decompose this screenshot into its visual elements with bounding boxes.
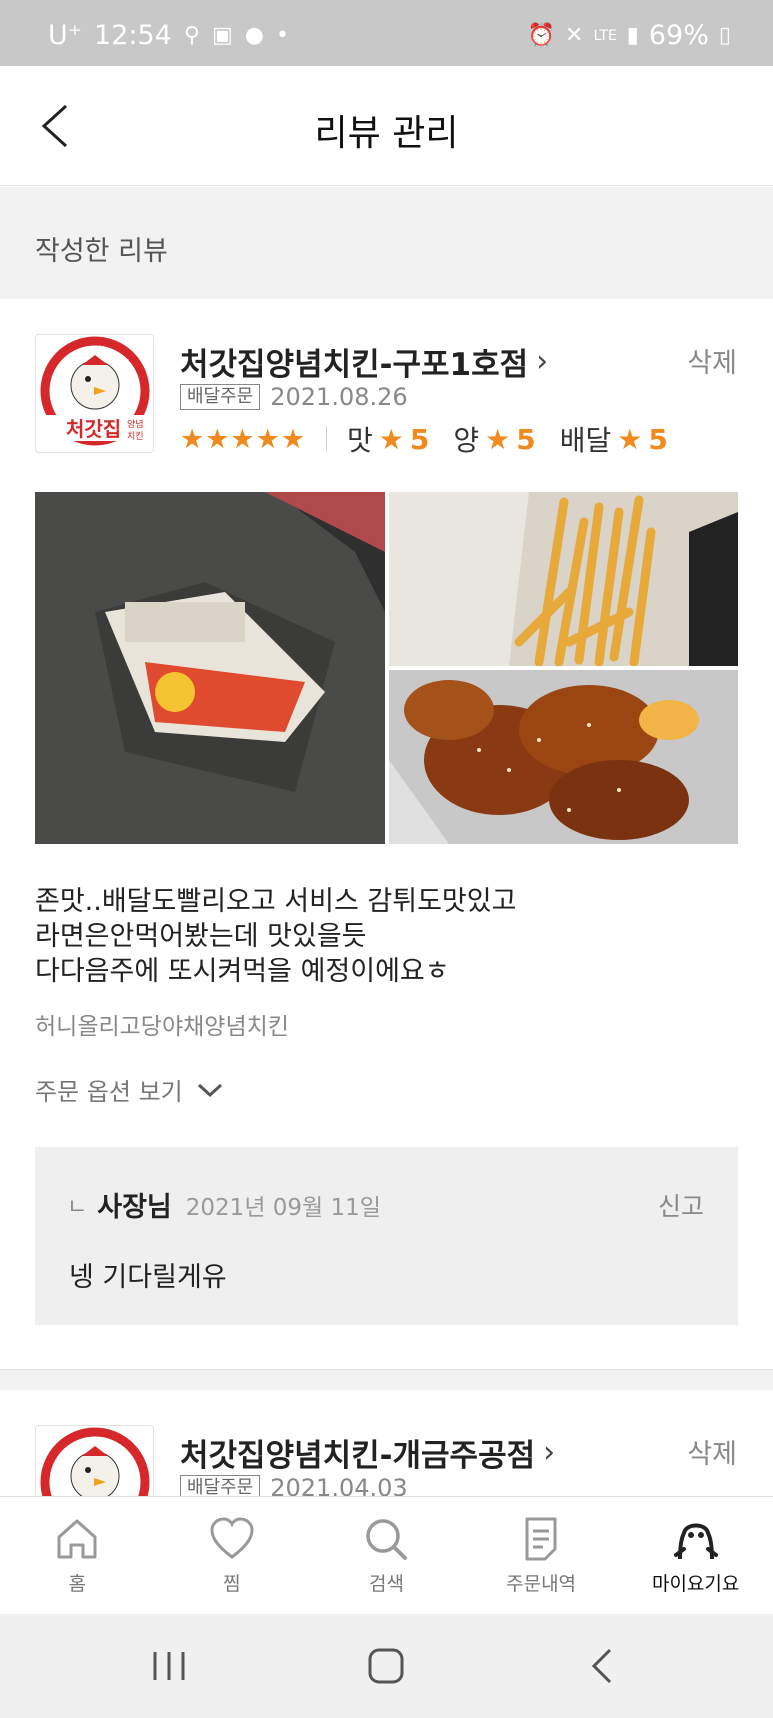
store-name-link[interactable]: 처갓집양념치킨-구포1호점 ›: [180, 339, 548, 384]
review-line: 존맛..배달도빨리오고 서비스 감튀도맛있고: [35, 886, 517, 917]
talk-icon: ●: [244, 23, 264, 48]
section-header: 작성한 리뷰: [0, 187, 773, 299]
review-photos: [35, 492, 738, 844]
nav-label: 검색: [369, 1573, 404, 1595]
app-header: 리뷰 관리: [0, 66, 773, 186]
link-icon: ⚲: [183, 23, 200, 48]
quantity-label: 양: [453, 424, 480, 457]
review-photo-fries[interactable]: [389, 492, 738, 666]
star-icon: ★: [617, 422, 643, 456]
recent-apps-button[interactable]: [145, 1646, 193, 1686]
order-meta: 배달주문 2021.08.26: [180, 383, 408, 411]
battery-icon: ▯: [718, 23, 731, 48]
quantity-score: 5: [516, 422, 536, 456]
rating-row: ★★★★★ 맛 ★ 5 양 ★ 5 배달 ★ 5: [180, 419, 692, 459]
recent-apps-icon: [153, 1652, 185, 1680]
delivery-rating: 배달 ★ 5: [560, 419, 668, 459]
reply-text: 넹 기다릴게유: [69, 1262, 227, 1293]
review-card: 처갓집양념치킨-개금주공점 › 삭제 배달주문 2021.04.03: [0, 1390, 773, 1502]
order-type-badge: 배달주문: [180, 384, 261, 410]
ordered-menu: 허니올리고당야채양념치킨: [35, 1014, 289, 1040]
star-icon: ★: [485, 422, 511, 456]
search-icon: [366, 1519, 408, 1560]
review-divider: [0, 1369, 773, 1390]
home-button[interactable]: [362, 1646, 410, 1686]
svg-text:치킨: 치킨: [127, 430, 144, 442]
logo-brand-text: 처갓집: [66, 417, 121, 441]
nav-search[interactable]: 검색: [309, 1497, 464, 1614]
delivery-score: 5: [648, 422, 668, 456]
reply-corner-icon: ㄴ: [67, 1194, 88, 1220]
signal-icon: ▮: [626, 23, 639, 48]
review-line: 라면은안먹어봤는데 맛있을듯: [35, 921, 367, 952]
home-icon: [57, 1519, 97, 1559]
rating-divider: [326, 427, 328, 451]
quantity-rating: 양 ★ 5: [453, 419, 535, 459]
overall-stars: ★★★★★: [180, 423, 307, 455]
nav-label: 주문내역: [506, 1573, 577, 1595]
nav-orders[interactable]: 주문내역: [464, 1497, 619, 1614]
carrier-label: U⁺: [48, 20, 83, 51]
battery-label: 69%: [648, 20, 709, 51]
delivery-label: 배달: [559, 424, 612, 457]
system-nav-bar: [0, 1614, 773, 1718]
taste-label: 맛: [347, 424, 373, 457]
mute-icon: ✕: [565, 23, 584, 48]
delete-button[interactable]: 삭제: [687, 341, 737, 380]
heart-icon: [210, 1517, 254, 1559]
review-photo-chicken[interactable]: [389, 670, 738, 844]
star-icon: ★: [378, 422, 404, 456]
svg-text:양념: 양념: [127, 419, 144, 430]
store-logo[interactable]: 처갓집 양념 치킨 www.cheogajip.co.kr: [35, 334, 154, 453]
alarm-icon: ⏰: [527, 23, 556, 48]
home-square-icon: [368, 1648, 404, 1684]
gallery-icon: ▣: [211, 23, 233, 48]
order-date: 2021.08.26: [270, 383, 408, 411]
store-logo[interactable]: [35, 1425, 154, 1502]
nav-my-yogiyo[interactable]: 마이요기요: [618, 1497, 773, 1614]
review-body: 존맛..배달도빨리오고 서비스 감튀도맛있고 라면은안먹어봤는데 맛있을듯 다다…: [35, 884, 516, 989]
nav-favorites[interactable]: 찜: [155, 1497, 310, 1614]
nav-home[interactable]: 홈: [0, 1497, 155, 1614]
reply-author: 사장님: [97, 1192, 172, 1223]
taste-score: 5: [409, 422, 430, 456]
clock: 12:54: [94, 20, 172, 51]
review-photo-ramen[interactable]: [35, 492, 385, 844]
brand-logo-icon: 처갓집 양념 치킨 www.cheogajip.co.kr: [40, 336, 150, 446]
reply-date: 2021년 09월 11일: [185, 1194, 381, 1221]
store-name: 처갓집양념치킨-개금주공점: [180, 1438, 536, 1474]
nav-label: 홈: [68, 1573, 87, 1595]
back-chevron-icon: [591, 1648, 612, 1684]
bottom-nav: 홈 찜 검색 주문내역 마이요기요: [0, 1496, 773, 1614]
review-line: 다다음주에 또시켜먹을 예정이에요ㅎ: [35, 956, 450, 987]
store-name: 처갓집양념치킨-구포1호점: [180, 347, 529, 383]
delete-button[interactable]: 삭제: [687, 1432, 737, 1471]
receipt-icon: [525, 1517, 557, 1561]
page-title: 리뷰 관리: [314, 113, 459, 154]
taste-rating: 맛 ★ 5: [347, 419, 429, 459]
dot-icon: •: [275, 23, 289, 48]
chevron-right-icon: ›: [543, 1435, 556, 1470]
chevron-down-icon: [197, 1083, 222, 1097]
section-label: 작성한 리뷰: [35, 236, 168, 267]
store-name-link[interactable]: 처갓집양념치킨-개금주공점 ›: [180, 1430, 555, 1475]
brand-logo-icon: [40, 1427, 150, 1502]
profile-icon: [673, 1523, 718, 1560]
chevron-right-icon: ›: [536, 344, 549, 379]
review-card: 처갓집 양념 치킨 www.cheogajip.co.kr 처갓집양념치킨-구포…: [0, 299, 773, 1369]
order-options-label: 주문 옵션 보기: [35, 1078, 183, 1106]
status-bar: U⁺ 12:54 ⚲ ▣ ● • ⏰ ✕ LTE ▮ 69% ▯: [0, 0, 773, 66]
nav-label: 마이요기요: [651, 1573, 740, 1595]
report-button[interactable]: 신고: [658, 1187, 704, 1223]
system-back-button[interactable]: [580, 1646, 628, 1686]
nav-label: 찜: [223, 1573, 241, 1595]
network-label: LTE: [593, 27, 617, 44]
owner-reply: ㄴ 사장님 2021년 09월 11일 신고 넹 기다릴게유: [35, 1147, 738, 1325]
order-options-toggle[interactable]: 주문 옵션 보기: [35, 1072, 223, 1107]
